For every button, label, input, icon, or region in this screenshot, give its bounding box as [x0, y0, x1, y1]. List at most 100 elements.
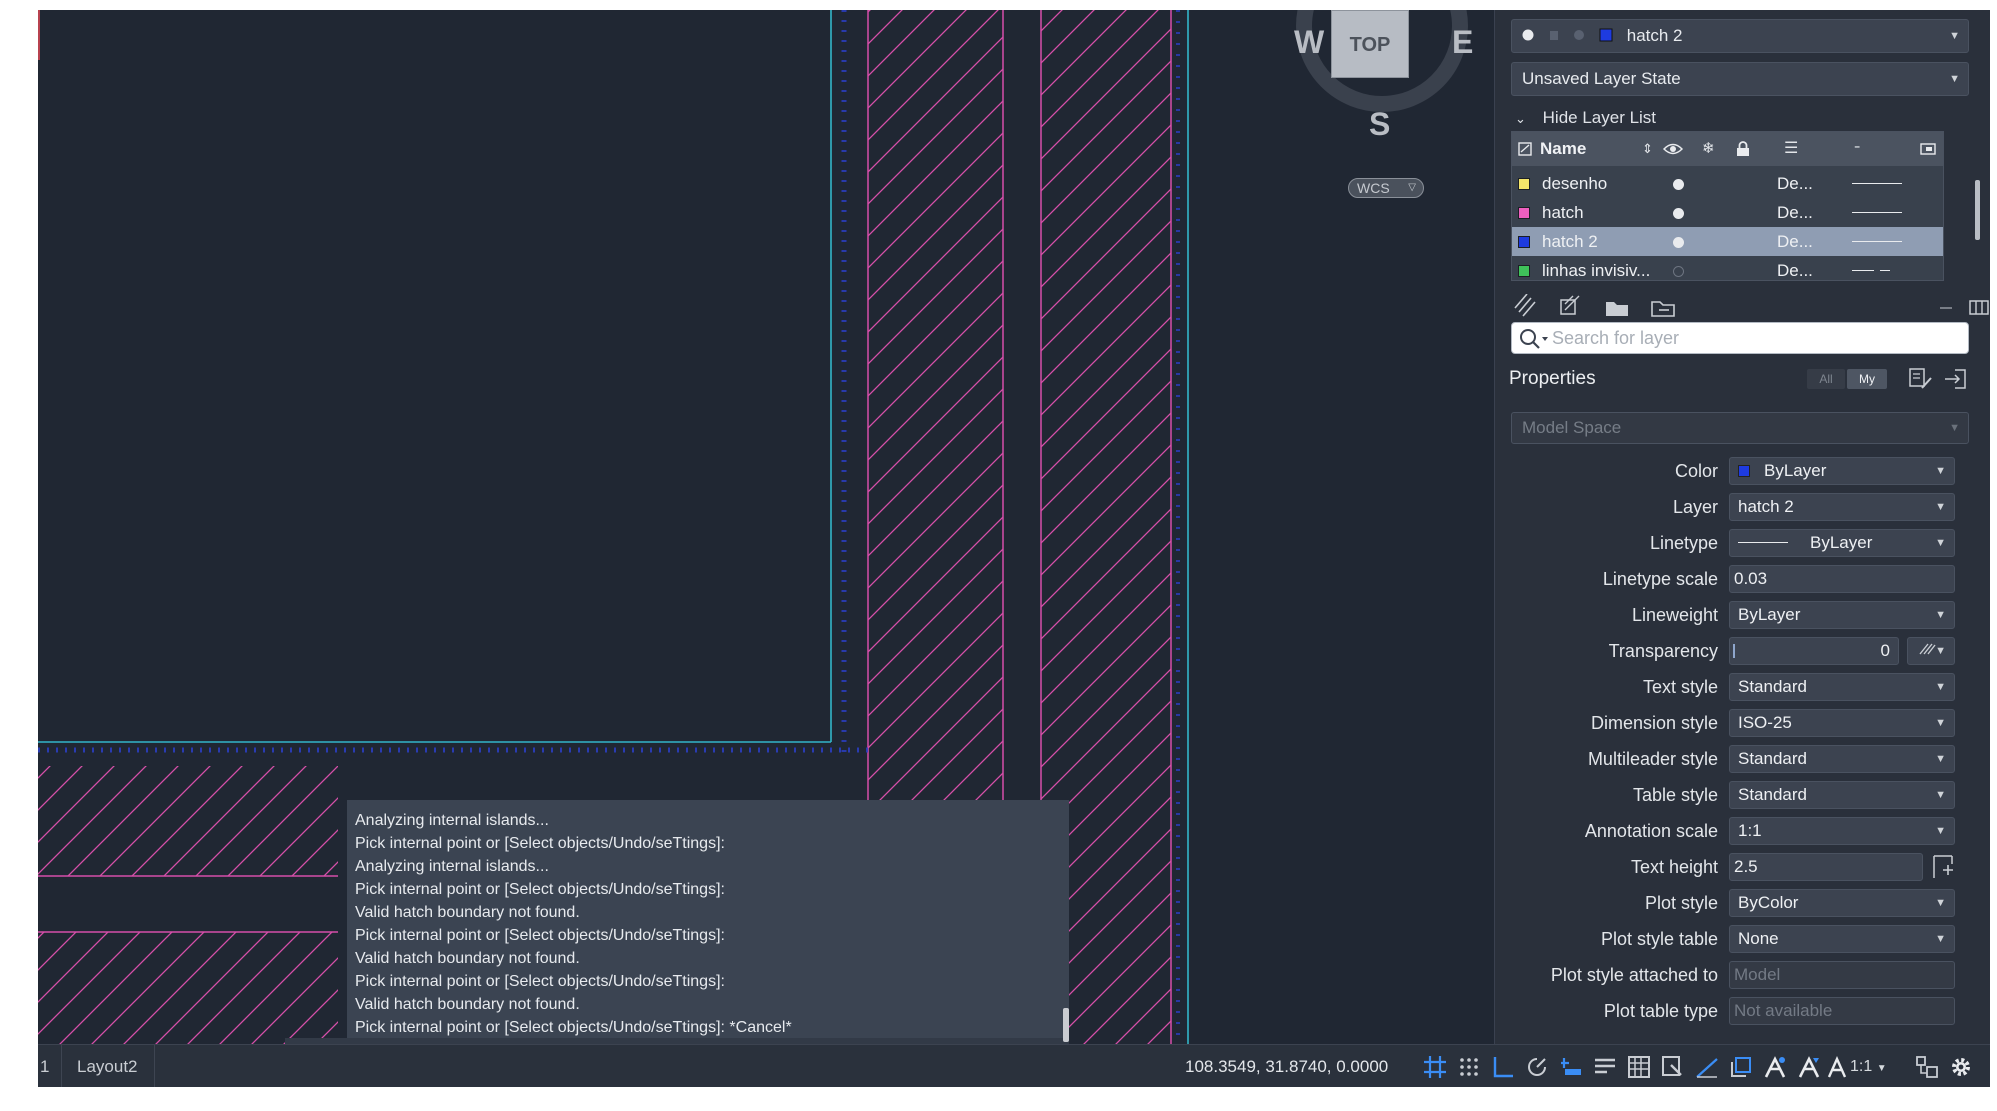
compass-south-label[interactable]: S — [1369, 106, 1390, 143]
lineweight-column-icon[interactable]: ☰ — [1784, 132, 1798, 166]
dropdown-arrow-icon: ▼ — [1935, 825, 1946, 837]
viewcube-top-face[interactable]: TOP — [1331, 10, 1409, 78]
plot-style-attached-value: Model — [1734, 965, 1781, 984]
plot-column-icon[interactable] — [1920, 142, 1936, 156]
wcs-menu-button[interactable]: WCS ▽ — [1348, 178, 1424, 198]
text-style-value: Standard — [1738, 677, 1807, 696]
column-name-header[interactable]: Name — [1540, 132, 1586, 166]
dropdown-arrow-icon: ▼ — [1935, 789, 1946, 801]
text-style-dropdown[interactable]: Standard ▼ — [1729, 673, 1955, 701]
layer-dropdown[interactable]: hatch 2 ▼ — [1729, 493, 1955, 521]
annotation-visibility-icon[interactable] — [1762, 1054, 1788, 1080]
compass-east-label[interactable]: E — [1452, 24, 1473, 61]
dimension-style-dropdown[interactable]: ISO-25 ▼ — [1729, 709, 1955, 737]
transparency-display-icon[interactable] — [1626, 1054, 1652, 1080]
property-label-plot-style: Plot style — [1644, 893, 1718, 913]
right-palette: hatch 2 ▼ Unsaved Layer State ▼ ⌄ Hide L… — [1494, 10, 1990, 1044]
gear-icon[interactable] — [1948, 1054, 1974, 1080]
current-layer-name: hatch 2 — [1626, 26, 1683, 45]
sort-icon[interactable]: ⇕ — [1642, 132, 1653, 166]
dynamic-ucs-icon[interactable] — [1728, 1054, 1754, 1080]
plot-table-type-field: Not available — [1729, 997, 1955, 1025]
transparency-slider[interactable]: 0 — [1729, 637, 1899, 665]
viewcube[interactable]: TOP W E S WCS ▽ — [1268, 10, 1494, 210]
layer-linetype-preview — [1852, 212, 1902, 213]
workspace-switching-icon[interactable] — [1914, 1054, 1940, 1080]
layer-search-box[interactable] — [1511, 322, 1969, 354]
annotation-scale-icon[interactable] — [1824, 1054, 1850, 1080]
snap-mode-icon[interactable] — [1456, 1054, 1482, 1080]
annotation-scale-label: 1:1 — [1850, 1058, 1873, 1075]
layout-tab-1[interactable]: 1 — [38, 1045, 63, 1087]
chevron-down-icon: ⌄ — [1515, 111, 1526, 126]
hide-layer-list-toggle[interactable]: ⌄ Hide Layer List — [1515, 108, 1656, 128]
toggle-all-button[interactable]: All — [1807, 369, 1845, 389]
linetype-dropdown[interactable]: ByLayer ▼ — [1729, 529, 1955, 557]
command-history[interactable]: Analyzing internal islands... Pick inter… — [347, 800, 1069, 1038]
transparency-options-button[interactable]: ▼ — [1907, 637, 1955, 665]
property-label-plot-style-table: Plot style table — [1600, 929, 1718, 949]
model-space-dropdown[interactable]: Model Space ▼ — [1511, 412, 1969, 444]
layer-visible-icon[interactable] — [1673, 237, 1684, 248]
auto-scale-icon[interactable] — [1796, 1054, 1822, 1080]
properties-title: Properties — [1509, 368, 1596, 389]
linetype-scale-value: 0.03 — [1734, 569, 1768, 588]
layer-row[interactable]: desenho De... — [1512, 169, 1943, 198]
freeze-icon[interactable]: ❄ — [1702, 132, 1715, 166]
table-style-dropdown[interactable]: Standard ▼ — [1729, 781, 1955, 809]
visibility-eye-icon[interactable] — [1663, 142, 1683, 156]
plot-style-dropdown[interactable]: ByColor ▼ — [1729, 889, 1955, 917]
status-bar: 1 Layout2 108.3549, 31.8740, 0.0000 1:1 … — [38, 1044, 1990, 1087]
layer-list-scrollbar[interactable] — [1975, 180, 1980, 240]
layer-color-swatch[interactable] — [1518, 236, 1530, 248]
layer-row[interactable]: linhas invisiv... De... — [1512, 256, 1943, 280]
lineweight-dropdown[interactable]: ByLayer ▼ — [1729, 601, 1955, 629]
columns-menu-icon — [1969, 300, 1989, 315]
layer-search-input[interactable] — [1552, 323, 1952, 353]
transparency-slider-handle[interactable] — [1733, 644, 1735, 658]
plot-style-table-dropdown[interactable]: None ▼ — [1729, 925, 1955, 953]
linetype-scale-field[interactable]: 0.03 — [1729, 565, 1955, 593]
text-height-value: 2.5 — [1734, 857, 1758, 876]
polar-tracking-icon[interactable] — [1524, 1054, 1550, 1080]
layer-visible-icon[interactable] — [1673, 179, 1684, 190]
layer-row[interactable]: hatch De... — [1512, 198, 1943, 227]
command-history-line: Pick internal point or [Select objects/U… — [355, 973, 725, 990]
open-folder-icon — [1606, 302, 1628, 316]
layer-state-dropdown[interactable]: Unsaved Layer State ▼ — [1511, 62, 1969, 96]
search-icon — [1520, 329, 1548, 349]
lock-icon[interactable] — [1736, 141, 1750, 157]
dropdown-arrow-icon: ▼ — [1949, 422, 1960, 434]
checkbox-icon[interactable] — [1518, 142, 1532, 156]
layer-name: desenho — [1542, 174, 1608, 193]
layer-color-swatch[interactable] — [1518, 207, 1530, 219]
drawing-canvas[interactable]: TOP W E S WCS ▽ Analyzing internal islan… — [38, 10, 1494, 1044]
current-layer-dropdown[interactable]: hatch 2 ▼ — [1511, 19, 1969, 53]
object-snap-tracking-icon[interactable] — [1694, 1054, 1720, 1080]
layer-color-swatch[interactable] — [1518, 265, 1530, 277]
pick-height-icon[interactable] — [1931, 854, 1955, 880]
lineweight-display-icon[interactable] — [1592, 1054, 1618, 1080]
layer-row-selected[interactable]: hatch 2 De... — [1512, 227, 1943, 256]
selection-cycling-icon[interactable] — [1660, 1054, 1686, 1080]
ortho-mode-icon[interactable] — [1490, 1054, 1516, 1080]
layer-color-swatch[interactable] — [1518, 178, 1530, 190]
layer-hidden-icon[interactable] — [1673, 266, 1684, 277]
grid-icon[interactable] — [1422, 1054, 1448, 1080]
cursor-coordinates[interactable]: 108.3549, 31.8740, 0.0000 — [1185, 1045, 1388, 1087]
command-scrollbar[interactable] — [1063, 1008, 1069, 1042]
layer-name: hatch 2 — [1542, 232, 1598, 251]
layout-tab-layout2[interactable]: Layout2 — [61, 1045, 155, 1087]
annotation-scale-value: 1:1 — [1738, 821, 1762, 840]
annotation-scale-menu[interactable]: 1:1 ▼ — [1850, 1045, 1887, 1087]
color-dropdown[interactable]: ByLayer ▼ — [1729, 457, 1955, 485]
command-history-line: Analyzing internal islands... — [355, 858, 549, 875]
toggle-my-button[interactable]: My — [1847, 369, 1887, 389]
multileader-style-dropdown[interactable]: Standard ▼ — [1729, 745, 1955, 773]
compass-west-label[interactable]: W — [1294, 24, 1324, 61]
annotation-scale-dropdown[interactable]: 1:1 ▼ — [1729, 817, 1955, 845]
linetype-column-icon[interactable]: ⁼ — [1854, 132, 1860, 166]
text-height-field[interactable]: 2.5 — [1729, 853, 1923, 881]
isodraft-icon[interactable] — [1558, 1054, 1584, 1080]
layer-visible-icon[interactable] — [1673, 208, 1684, 219]
